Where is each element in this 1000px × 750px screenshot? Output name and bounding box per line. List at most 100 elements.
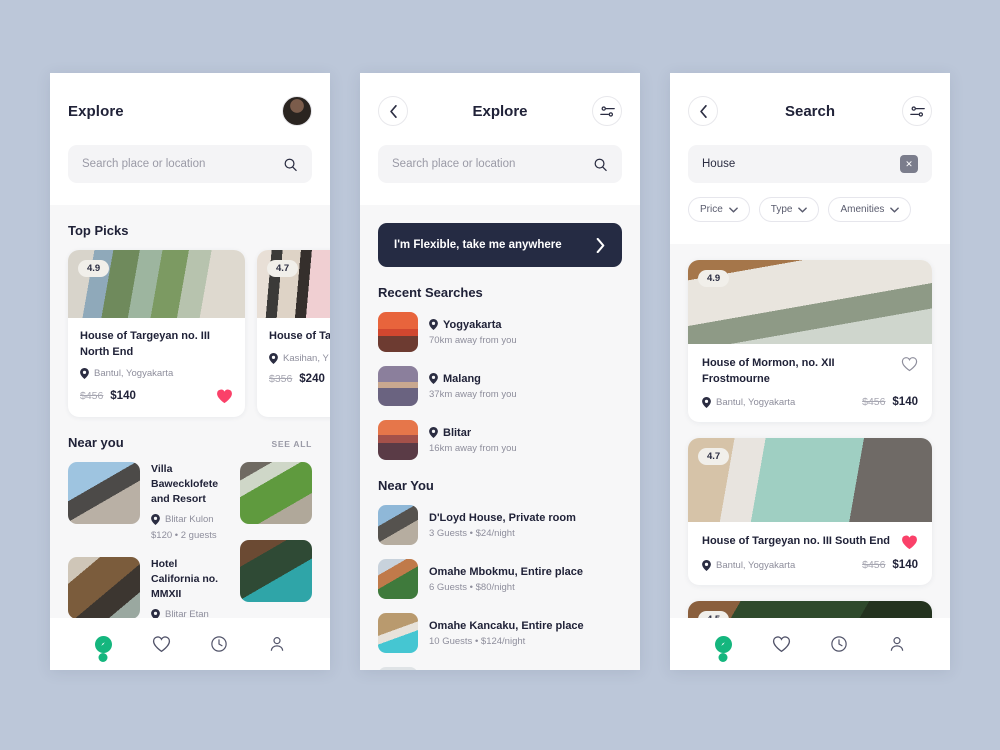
chevron-right-icon (596, 237, 605, 253)
place-thumbnail (378, 312, 418, 352)
chip-label: Price (700, 204, 723, 215)
nav-profile[interactable] (886, 633, 908, 655)
section-title: Top Picks (68, 223, 129, 238)
current-price: $140 (892, 396, 918, 409)
old-price: $456 (862, 559, 886, 572)
property-name: House of Ta South End (269, 330, 330, 342)
clear-search-button[interactable]: ✕ (900, 155, 918, 173)
list-item[interactable]: Dreamy Tiny House, Entire place 10 Guest… (378, 667, 622, 670)
place-name: Yogyakarta (429, 319, 517, 331)
filter-chip-amenities[interactable]: Amenities (828, 197, 912, 222)
bottom-nav (670, 618, 950, 670)
rating-badge: 4.9 (78, 260, 110, 277)
favorite-heart-icon[interactable] (216, 388, 233, 404)
location-pin-icon (429, 319, 438, 330)
property-photo: 4.7 (257, 250, 330, 318)
filter-button[interactable] (592, 96, 622, 126)
explore-search-panel: Explore Search place or location I'm Fle… (360, 73, 640, 670)
nav-favorites[interactable] (150, 633, 172, 655)
filter-button[interactable] (902, 96, 932, 126)
list-item[interactable]: Omahe Kancaku, Entire place 10 Guests • … (378, 613, 622, 653)
property-card[interactable]: 4.9 House of Mormon, no. XII Frostmourne… (688, 260, 932, 423)
chip-label: Type (770, 204, 793, 215)
nav-history[interactable] (828, 633, 850, 655)
near-you-grid: Villa Bawecklofete and Resort Blitar Kul… (50, 462, 330, 621)
bottom-nav (50, 618, 330, 670)
heart-outline-icon (901, 357, 918, 372)
current-price: $140 (892, 559, 918, 572)
property-location: Bantul, Yogyakarta (702, 396, 795, 408)
filter-chip-type[interactable]: Type (758, 197, 820, 222)
property-detail: $120 • 2 guests (151, 530, 217, 542)
top-picks-header: Top Picks (50, 205, 330, 250)
list-item[interactable]: Villa Bawecklofete and Resort Blitar Kul… (68, 462, 226, 541)
top-picks-carousel[interactable]: 4.9 House of Targeyan no. III North End … (50, 250, 330, 418)
location-pin-icon (80, 368, 89, 380)
nav-explore[interactable] (712, 633, 734, 662)
location-pin-icon (269, 352, 278, 364)
property-thumbnail[interactable] (240, 462, 312, 525)
property-location: Kasihan, Y (269, 352, 330, 364)
current-price: $240 (299, 372, 325, 385)
recent-searches-header: Recent Searches (360, 267, 640, 312)
list-item[interactable]: D'Loyd House, Private room 3 Guests • $2… (378, 505, 622, 545)
property-location: Bantul, Yogyakarta (80, 368, 233, 380)
rating-badge: 4.9 (698, 270, 730, 287)
flexible-cta-button[interactable]: I'm Flexible, take me anywhere (378, 223, 622, 267)
search-input[interactable]: Search place or location (68, 145, 312, 183)
nav-explore[interactable] (92, 633, 114, 662)
explore-header: Explore Search place or location (50, 73, 330, 205)
property-card[interactable]: 4.9 House of Targeyan no. III North End … (68, 250, 245, 418)
search-results-panel: Search House ✕ Price Type Amenities 4.9 … (670, 73, 950, 670)
rating-badge: 4.7 (698, 448, 730, 466)
nav-profile[interactable] (266, 633, 288, 655)
back-button[interactable] (378, 96, 408, 126)
property-location: Blitar Kulon (151, 514, 226, 526)
nav-favorites[interactable] (770, 633, 792, 655)
property-card[interactable]: 4.7 House of Targeyan no. III South End … (688, 438, 932, 586)
back-button[interactable] (688, 96, 718, 126)
place-label: Yogyakarta (443, 318, 502, 331)
filter-chip-price[interactable]: Price (688, 197, 750, 222)
search-value: House (702, 158, 736, 170)
location-text: Bantul, Yogyakarta (94, 368, 174, 380)
heart-filled-icon (902, 535, 917, 550)
section-title: Recent Searches (378, 285, 483, 300)
see-all-link[interactable]: SEE ALL (272, 439, 312, 449)
near-you-column (240, 462, 312, 620)
place-thumbnail (378, 420, 418, 460)
property-location: Bantul, Yogyakarta (702, 559, 795, 571)
list-item[interactable]: Malang 37km away from you (378, 366, 622, 406)
search-input[interactable]: Search place or location (378, 145, 622, 183)
property-card[interactable]: 4.7 House of Ta South End Kasihan, Y $35… (257, 250, 330, 418)
place-distance: 37km away from you (429, 388, 517, 400)
chevron-down-icon (728, 206, 738, 213)
explore-panel: Explore Search place or location Top Pic… (50, 73, 330, 670)
section-title: Near You (378, 478, 434, 493)
page-title: Search (784, 102, 836, 120)
near-you-header: Near you SEE ALL (50, 417, 330, 462)
place-distance: 16km away from you (429, 442, 517, 454)
heart-icon (772, 636, 790, 653)
place-thumbnail (378, 366, 418, 406)
avatar[interactable] (282, 96, 312, 126)
list-item[interactable]: Blitar 16km away from you (378, 420, 622, 460)
list-item[interactable]: Hotel California no. MMXII Blitar Etan (68, 557, 226, 621)
list-item[interactable]: Omahe Mbokmu, Entire place 6 Guests • $8… (378, 559, 622, 599)
list-item[interactable]: Yogyakarta 70km away from you (378, 312, 622, 352)
explore-search-header: Explore Search place or location (360, 73, 640, 205)
clock-icon (831, 636, 847, 652)
compass-icon (94, 635, 112, 662)
favorite-heart-icon[interactable] (901, 356, 918, 372)
location-pin-icon (429, 427, 438, 438)
price-block: $456 $140 (80, 390, 136, 402)
person-icon (270, 637, 284, 651)
property-name: House of Targeyan no. III South End (702, 535, 891, 548)
nav-history[interactable] (208, 633, 230, 655)
search-input[interactable]: House ✕ (688, 145, 932, 183)
chip-label: Amenities (840, 204, 885, 215)
favorite-heart-icon[interactable] (901, 534, 918, 550)
heart-icon (152, 636, 170, 653)
old-price: $456 (80, 390, 104, 403)
property-thumbnail[interactable] (240, 540, 312, 603)
